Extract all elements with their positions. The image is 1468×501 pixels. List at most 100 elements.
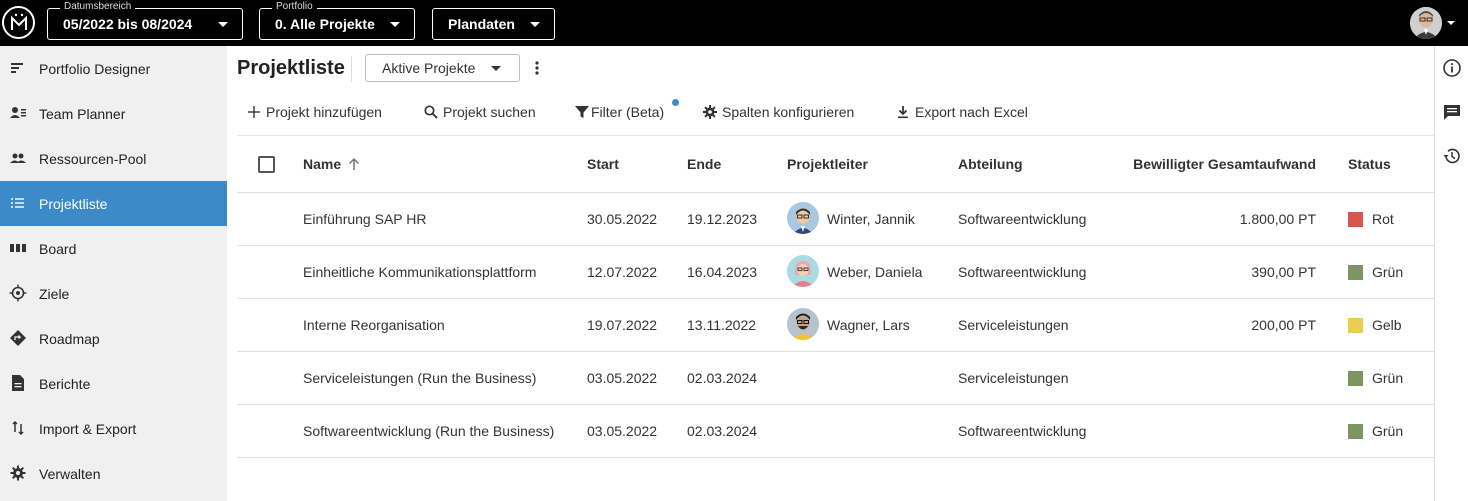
status-color-swatch	[1348, 265, 1363, 280]
search-project-button[interactable]: Projekt suchen	[423, 101, 536, 123]
cell-end: 02.03.2024	[687, 423, 758, 439]
app-logo-icon[interactable]	[2, 6, 35, 39]
plandaten-value: Plandaten	[448, 16, 515, 32]
sidebar-item-label: Berichte	[39, 375, 91, 392]
sidebar-item-team-planner[interactable]: Team Planner	[0, 91, 227, 136]
filter-icon	[575, 106, 589, 118]
configure-columns-button[interactable]: Spalten konfigurieren	[702, 101, 854, 123]
cell-department: Softwareentwicklung	[958, 423, 1087, 439]
table-header: Name Start Ende Projektleiter Abteilung …	[237, 135, 1434, 193]
sidebar-item-ziele[interactable]: Ziele	[0, 271, 227, 316]
history-icon[interactable]	[1442, 146, 1462, 166]
column-header-department[interactable]: Abteilung	[958, 156, 1023, 172]
table-row[interactable]: Interne Reorganisation 19.07.2022 13.11.…	[237, 299, 1434, 352]
add-project-button[interactable]: Projekt hinzufügen	[246, 101, 382, 123]
sidebar-item-label: Board	[39, 240, 77, 257]
cell-effort: 1.800,00 PT	[1239, 211, 1316, 227]
cell-name[interactable]: Softwareentwicklung (Run the Business)	[303, 423, 554, 439]
cell-effort: 200,00 PT	[1251, 317, 1316, 333]
table-row[interactable]: Einheitliche Kommunikationsplattform 12.…	[237, 246, 1434, 299]
table-row[interactable]: Serviceleistungen (Run the Business) 03.…	[237, 352, 1434, 405]
view-select[interactable]: Aktive Projekte	[365, 54, 520, 82]
user-avatar[interactable]	[1410, 7, 1442, 39]
cell-name[interactable]: Einheitliche Kommunikationsplattform	[303, 264, 536, 280]
sidebar-item-import-export[interactable]: Import & Export	[0, 406, 227, 451]
people-icon	[10, 153, 26, 163]
table-row[interactable]: Einführung SAP HR 30.05.2022 19.12.2023 …	[237, 193, 1434, 246]
plus-icon	[248, 106, 260, 118]
cell-lead: Wagner, Lars	[827, 317, 910, 333]
report-icon	[12, 375, 24, 391]
sidebar: Portfolio Designer Team Planner Ressourc…	[0, 46, 227, 501]
info-icon[interactable]	[1442, 58, 1462, 78]
select-all-checkbox[interactable]	[258, 156, 275, 173]
portfolio-select[interactable]: Portfolio 0. Alle Projekte	[259, 1, 415, 40]
cell-department: Serviceleistungen	[958, 370, 1069, 386]
cell-department: Softwareentwicklung	[958, 264, 1087, 280]
sidebar-item-label: Ressourcen-Pool	[39, 150, 147, 167]
filter-button[interactable]: Filter (Beta)	[574, 101, 664, 123]
cell-end: 19.12.2023	[687, 211, 758, 227]
column-header-lead[interactable]: Projektleiter	[787, 156, 868, 172]
list-icon	[11, 198, 24, 208]
column-header-start[interactable]: Start	[587, 156, 619, 172]
sidebar-item-roadmap[interactable]: Roadmap	[0, 316, 227, 361]
add-project-label: Projekt hinzufügen	[266, 104, 382, 120]
download-icon	[898, 106, 908, 119]
cell-name[interactable]: Interne Reorganisation	[303, 317, 445, 333]
date-range-select[interactable]: Datumsbereich 05/2022 bis 08/2024	[47, 1, 243, 40]
sidebar-item-ressourcen-pool[interactable]: Ressourcen-Pool	[0, 136, 227, 181]
cell-start: 03.05.2022	[587, 370, 658, 386]
more-vert-icon[interactable]	[531, 60, 543, 76]
cell-status: Grün	[1372, 264, 1404, 280]
filter-badge	[672, 99, 679, 106]
page-title: Projektliste	[237, 57, 345, 79]
cell-start: 03.05.2022	[587, 423, 658, 439]
sidebar-item-portfolio-designer[interactable]: Portfolio Designer	[0, 46, 227, 91]
arrow-up-icon[interactable]	[347, 157, 361, 171]
chevron-down-icon	[491, 66, 501, 71]
cell-name[interactable]: Serviceleistungen (Run the Business)	[303, 370, 536, 386]
cell-start: 30.05.2022	[587, 211, 658, 227]
cell-name[interactable]: Einführung SAP HR	[303, 211, 426, 227]
portfolio-label: Portfolio	[272, 1, 317, 13]
divider	[351, 56, 352, 82]
chevron-down-icon[interactable]	[1447, 21, 1455, 25]
avatar	[787, 202, 819, 234]
cell-status: Rot	[1372, 211, 1394, 227]
sidebar-item-label: Roadmap	[39, 330, 100, 347]
sidebar-item-label: Verwalten	[39, 465, 101, 482]
team-planner-icon	[10, 107, 26, 118]
avatar	[787, 255, 819, 287]
search-project-label: Projekt suchen	[443, 104, 536, 120]
comments-icon[interactable]	[1442, 102, 1462, 122]
portfolio-designer-icon	[11, 63, 23, 73]
configure-columns-label: Spalten konfigurieren	[722, 104, 855, 120]
sidebar-item-projektliste[interactable]: Projektliste	[0, 181, 227, 226]
chevron-down-icon	[390, 22, 400, 27]
chevron-down-icon	[530, 22, 540, 27]
cell-start: 19.07.2022	[587, 317, 658, 333]
status-color-swatch	[1348, 318, 1363, 333]
cell-department: Softwareentwicklung	[958, 211, 1087, 227]
cell-status: Gelb	[1372, 317, 1402, 333]
column-header-name[interactable]: Name	[303, 156, 341, 172]
roadmap-icon	[10, 330, 26, 346]
column-header-effort[interactable]: Bewilligter Gesamtaufwand	[1133, 156, 1316, 172]
export-excel-button[interactable]: Export nach Excel	[895, 101, 1028, 123]
sidebar-item-berichte[interactable]: Berichte	[0, 361, 227, 406]
plandaten-select[interactable]: Plandaten	[432, 8, 555, 40]
sidebar-item-board[interactable]: Board	[0, 226, 227, 271]
portfolio-value: 0. Alle Projekte	[275, 16, 375, 32]
cell-effort: 390,00 PT	[1251, 264, 1316, 280]
table-row[interactable]: Softwareentwicklung (Run the Business) 0…	[237, 405, 1434, 458]
sidebar-item-verwalten[interactable]: Verwalten	[0, 451, 227, 496]
gear-icon	[10, 465, 26, 481]
cell-end: 13.11.2022	[687, 317, 757, 333]
column-header-status[interactable]: Status	[1348, 156, 1391, 172]
date-range-value: 05/2022 bis 08/2024	[63, 16, 193, 32]
column-header-end[interactable]: Ende	[687, 156, 721, 172]
cell-department: Serviceleistungen	[958, 317, 1069, 333]
right-rail	[1434, 46, 1468, 501]
cell-status: Grün	[1372, 370, 1404, 386]
